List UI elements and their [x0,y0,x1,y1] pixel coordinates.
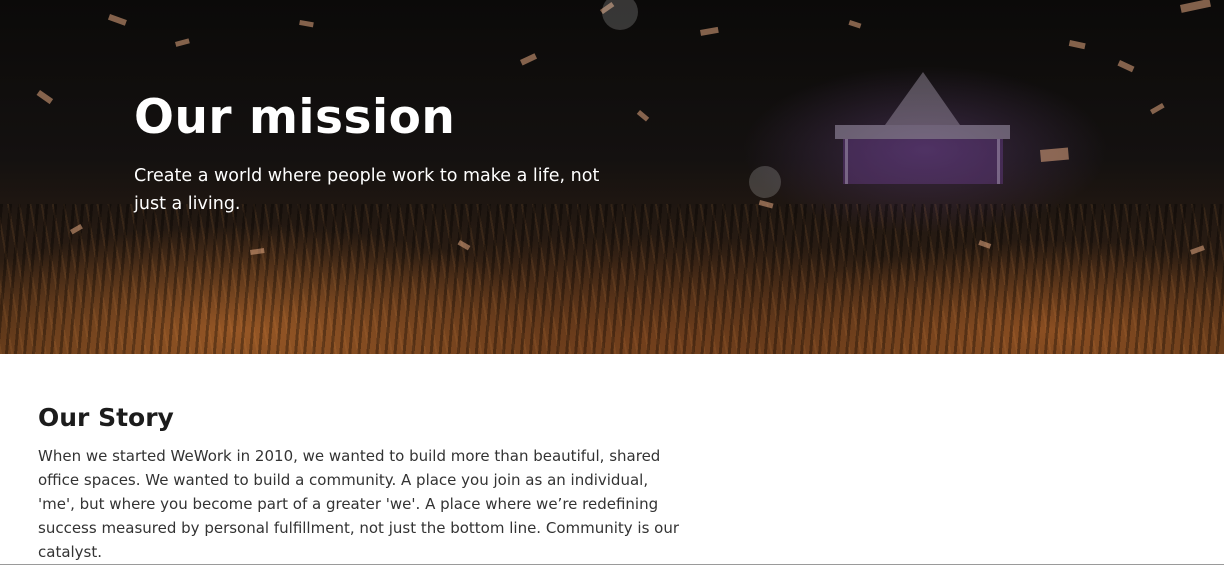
story-title: Our Story [38,403,174,432]
hero-banner: Our mission Create a world where people … [0,0,1224,354]
hero-content: Our mission Create a world where people … [134,88,604,218]
our-story-section: Our Story When we started WeWork in 2010… [38,398,688,564]
hero-title: Our mission [134,90,456,145]
story-body: When we started WeWork in 2010, we wante… [38,447,680,561]
hero-subtitle: Create a world where people work to make… [134,166,600,214]
